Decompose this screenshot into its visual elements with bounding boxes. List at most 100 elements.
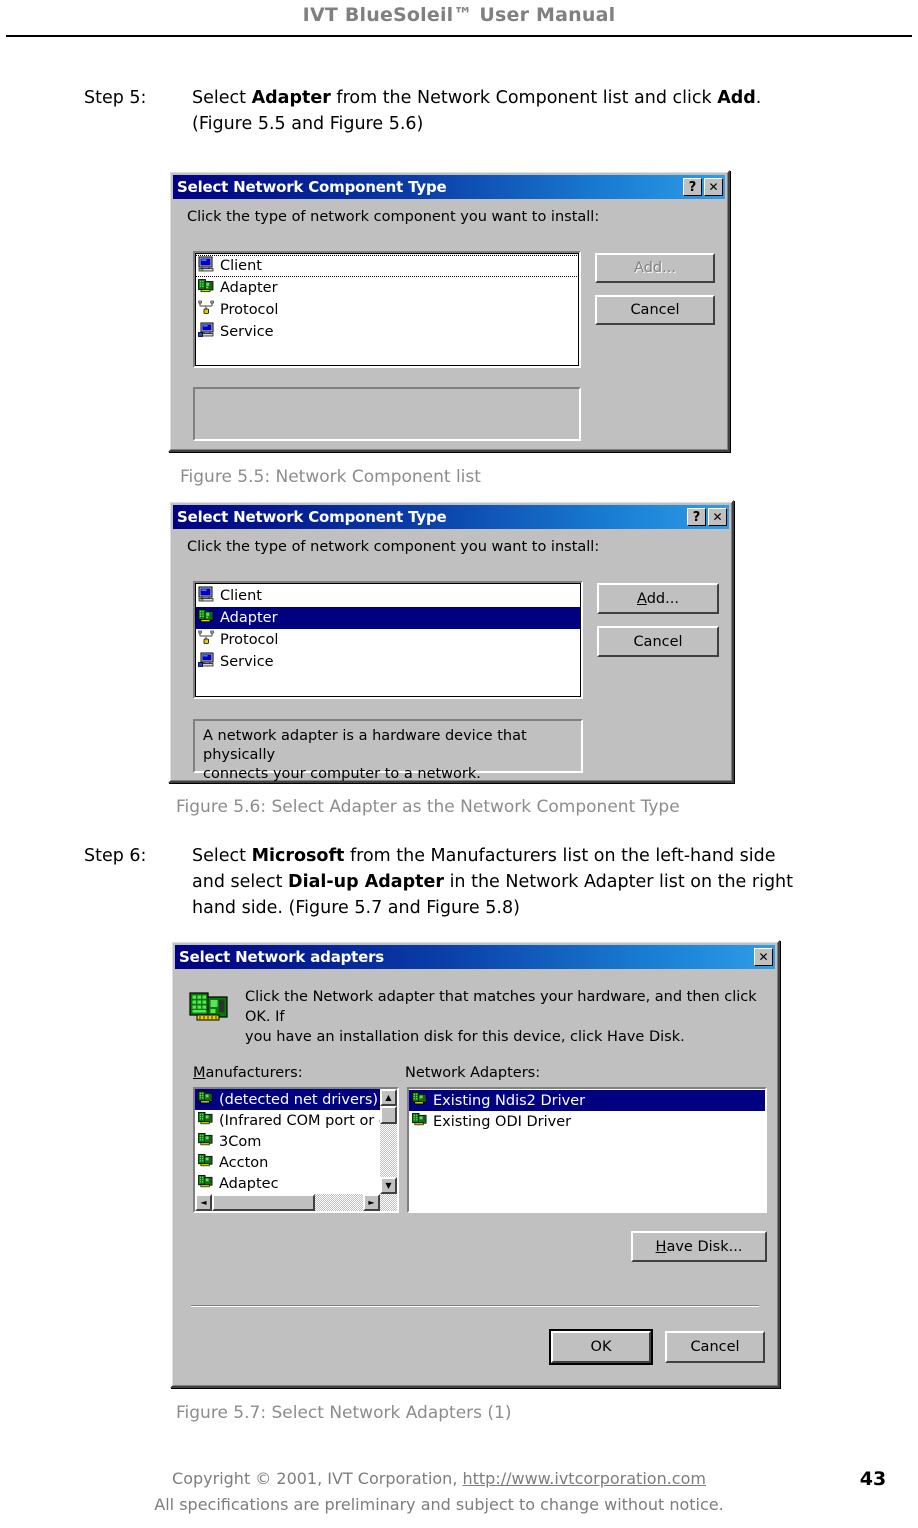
help-icon[interactable]: ?: [687, 508, 706, 526]
list-item[interactable]: Existing ODI Driver: [409, 1111, 765, 1132]
step-6-label: Step 6:: [84, 846, 147, 866]
list-item-label: Client: [220, 588, 262, 604]
footer-copyright-line: Copyright © 2001, IVT Corporation, http:…: [50, 1466, 828, 1492]
cancel-button[interactable]: Cancel: [665, 1331, 765, 1363]
manufacturers-label: Manufacturers:: [193, 1065, 303, 1081]
network-card-icon: [198, 1132, 214, 1151]
step-5-bold-adapter: Adapter: [251, 88, 331, 108]
list-item[interactable]: Adapter: [195, 277, 579, 299]
list-item-label: Accton: [219, 1154, 269, 1171]
close-icon[interactable]: ✕: [754, 948, 773, 966]
list-item[interactable]: Protocol: [195, 629, 581, 651]
manufacturers-scroll-thumb[interactable]: [380, 1106, 397, 1124]
help-icon[interactable]: ?: [683, 178, 702, 196]
list-item-label: Adaptec: [219, 1175, 279, 1192]
network-card-icon: [198, 278, 215, 298]
list-item[interactable]: Service: [195, 651, 581, 673]
scroll-right-icon[interactable]: ►: [363, 1194, 380, 1211]
step-5-label: Step 5:: [84, 88, 147, 108]
list-item[interactable]: (detected net drivers): [195, 1089, 380, 1110]
dialog-1-component-listbox[interactable]: Client Adapter Protocol Service: [193, 251, 581, 368]
step-6-figure-ref: hand side. (Figure 5.7 and Figure 5.8): [192, 898, 520, 918]
dialog-2-description-box: A network adapter is a hardware device t…: [193, 719, 583, 782]
page-title: IVT BlueSoleil™ User Manual: [302, 4, 616, 26]
add-button-mnemonic: A: [637, 590, 647, 607]
list-item-label: (Infrared COM port or do: [219, 1112, 380, 1129]
ok-button-label: OK: [590, 1339, 612, 1355]
list-item[interactable]: Client: [195, 585, 581, 607]
add-button[interactable]: Add...: [595, 253, 715, 283]
manufacturers-vertical-scrollbar[interactable]: ▲ ▼: [380, 1089, 397, 1194]
dialog-3-info-text: Click the Network adapter that matches y…: [245, 987, 775, 1047]
step-5-block: Step 5: Select Adapter from the Network …: [84, 85, 878, 137]
dialog-1-titlebar[interactable]: Select Network Component Type ? ✕: [173, 175, 725, 199]
step-5-text-post: .: [755, 88, 762, 108]
list-item-label: Existing ODI Driver: [433, 1113, 572, 1130]
select-network-component-type-dialog-2[interactable]: Select Network Component Type ? ✕ Click …: [168, 500, 734, 783]
step-6-block: Step 6: Select Microsoft from the Manufa…: [84, 843, 918, 921]
dialog-2-inner-frame: Select Network Component Type ? ✕ Click …: [170, 502, 732, 782]
dialog-1-title: Select Network Component Type: [177, 178, 447, 196]
footer-text: Copyright © 2001, IVT Corporation, http:…: [0, 1466, 828, 1518]
add-button-label: Add...: [634, 260, 676, 276]
footer-disclaimer: All specifications are preliminary and s…: [154, 1495, 724, 1514]
page-number: 43: [859, 1468, 887, 1490]
add-button-label: dd...: [646, 590, 679, 607]
have-disk-button[interactable]: Have Disk...: [631, 1231, 767, 1262]
add-button[interactable]: Add...: [597, 583, 719, 614]
step-6-line2-pre: and select: [192, 872, 289, 892]
network-card-icon: [412, 1112, 428, 1131]
dialog-3-titlebar[interactable]: Select Network adapters ✕: [175, 945, 775, 969]
list-item-label: Existing Ndis2 Driver: [433, 1092, 586, 1109]
network-card-icon: [412, 1091, 428, 1110]
scroll-down-icon[interactable]: ▼: [380, 1177, 397, 1194]
select-network-adapters-dialog[interactable]: Select Network adapters ✕ Click the Netw…: [170, 940, 780, 1388]
list-item-label: (detected net drivers): [219, 1091, 379, 1108]
network-card-icon: [198, 1090, 214, 1109]
dialog-2-prompt: Click the type of network component you …: [187, 539, 600, 555]
scroll-left-icon[interactable]: ◄: [195, 1194, 212, 1211]
cancel-button[interactable]: Cancel: [597, 626, 719, 657]
step-6-text-mid: from the Manufacturers list on the left-…: [344, 846, 776, 866]
monitor-service-icon: [198, 322, 215, 342]
scroll-up-icon[interactable]: ▲: [380, 1089, 397, 1106]
manufacturers-listbox[interactable]: (detected net drivers) (Infrared COM por…: [193, 1087, 399, 1213]
network-adapters-listbox[interactable]: Existing Ndis2 Driver Existing ODI Drive…: [407, 1087, 767, 1213]
manufacturers-hscroll-thumb[interactable]: [212, 1194, 315, 1211]
manufacturers-horizontal-scrollbar[interactable]: ◄ ►: [195, 1194, 397, 1211]
close-icon[interactable]: ✕: [708, 508, 727, 526]
list-item[interactable]: Accton: [195, 1152, 380, 1173]
dialog-1-inner-frame: Select Network Component Type ? ✕ Click …: [170, 172, 728, 450]
list-item-label: Protocol: [220, 302, 279, 318]
figure-5-6-caption: Figure 5.6: Select Adapter as the Networ…: [176, 797, 680, 817]
list-item[interactable]: (Infrared COM port or do: [195, 1110, 380, 1131]
dialog-1-body: Click the type of network component you …: [173, 199, 725, 441]
cancel-button[interactable]: Cancel: [595, 295, 715, 325]
ok-button[interactable]: OK: [549, 1329, 653, 1365]
dialog-3-separator: [191, 1305, 759, 1307]
footer-website-link[interactable]: http://www.ivtcorporation.com: [462, 1469, 705, 1488]
figure-5-5-caption: Figure 5.5: Network Component list: [180, 467, 481, 487]
manufacturers-label-mnemonic: M: [193, 1065, 206, 1081]
figure-5-7-caption: Figure 5.7: Select Network Adapters (1): [176, 1403, 512, 1423]
network-adapters-label: Network Adapters:: [405, 1065, 541, 1081]
list-item[interactable]: 3Com: [195, 1131, 380, 1152]
dialog-2-description-line2: connects your computer to a network.: [203, 766, 481, 782]
step-5-text-pre: Select: [192, 88, 252, 108]
close-icon[interactable]: ✕: [704, 178, 723, 196]
dialog-2-component-listbox[interactable]: Client Adapter Protocol Service: [193, 581, 583, 699]
dialog-3-info-line1: Click the Network adapter that matches y…: [245, 989, 757, 1025]
cancel-button-label: Cancel: [633, 633, 683, 650]
list-item[interactable]: Existing Ndis2 Driver: [409, 1090, 765, 1111]
list-item[interactable]: Service: [195, 321, 579, 343]
list-item[interactable]: Protocol: [195, 299, 579, 321]
protocol-pipe-icon: [198, 630, 215, 650]
dialog-2-titlebar[interactable]: Select Network Component Type ? ✕: [173, 505, 729, 529]
list-item[interactable]: Client: [195, 255, 579, 277]
list-item-label: Protocol: [220, 632, 279, 648]
select-network-component-type-dialog-1[interactable]: Select Network Component Type ? ✕ Click …: [168, 170, 730, 452]
list-item[interactable]: Adapter: [195, 607, 581, 629]
have-disk-label: ave Disk...: [666, 1238, 743, 1255]
list-item[interactable]: Adaptec: [195, 1173, 380, 1194]
network-adapter-card-icon: [189, 989, 231, 1047]
